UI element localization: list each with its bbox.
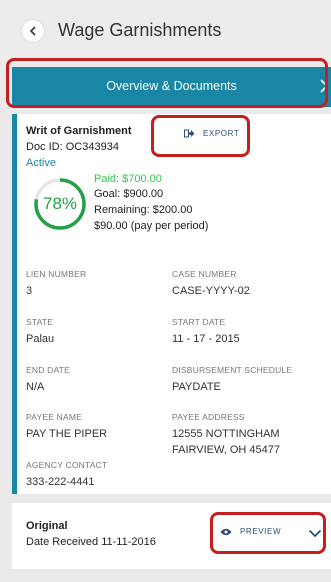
agency-contact-label: AGENCY CONTACT xyxy=(26,460,108,470)
date-received: Date Received 11-11-2016 xyxy=(26,536,156,548)
remaining-amount: Remaining: $200.00 xyxy=(94,204,193,216)
status-text: Active xyxy=(26,157,56,169)
start-date-label: START DATE xyxy=(172,317,226,327)
payee-address-line2: FAIRVIEW, OH 45477 xyxy=(172,444,281,456)
goal-amount: Goal: $900.00 xyxy=(94,188,164,200)
highlight-preview-annotation xyxy=(210,512,326,554)
app-header: Wage Garnishments xyxy=(0,0,331,62)
card-accent-bar xyxy=(12,114,17,494)
lien-number-label: LIEN NUMBER xyxy=(26,269,87,279)
end-date-value: N/A xyxy=(26,381,45,393)
case-number-label: CASE NUMBER xyxy=(172,269,237,279)
doc-id: Doc ID: OC343934 xyxy=(26,141,119,153)
disbursement-schedule-value: PAYDATE xyxy=(172,381,221,393)
payee-name-value: PAY THE PIPER xyxy=(26,428,108,440)
page-title: Wage Garnishments xyxy=(58,20,222,40)
case-number-value: CASE-YYYY-02 xyxy=(172,285,250,297)
highlight-export-annotation xyxy=(151,115,250,157)
end-date-label: END DATE xyxy=(26,365,70,375)
state-value: Palau xyxy=(26,333,55,345)
highlight-tab-annotation xyxy=(6,58,328,108)
back-button[interactable] xyxy=(22,20,44,42)
disbursement-schedule-label: DISBURSEMENT SCHEDULE xyxy=(172,365,293,375)
payee-address-line1: 12555 NOTTINGHAM xyxy=(172,428,280,440)
document-title: Original xyxy=(26,520,68,532)
paid-amount: Paid: $700.00 xyxy=(94,173,162,185)
progress-percent: 78% xyxy=(42,194,78,213)
chevron-left-icon xyxy=(29,26,36,36)
lien-number-value: 3 xyxy=(26,285,33,297)
payee-name-label: PAYEE NAME xyxy=(26,412,83,422)
start-date-value: 11 - 17 - 2015 xyxy=(172,333,240,345)
state-label: STATE xyxy=(26,317,54,327)
agency-contact-value: 333-222-4441 xyxy=(26,476,95,488)
payee-address-label: PAYEE ADDRESS xyxy=(172,412,245,422)
garnishment-card: Writ of Garnishment Doc ID: OC343934 Act… xyxy=(12,114,331,494)
per-period-amount: $90.00 (pay per period) xyxy=(94,220,209,232)
writ-title: Writ of Garnishment xyxy=(26,125,132,137)
progress-ring: 78% xyxy=(32,176,88,232)
